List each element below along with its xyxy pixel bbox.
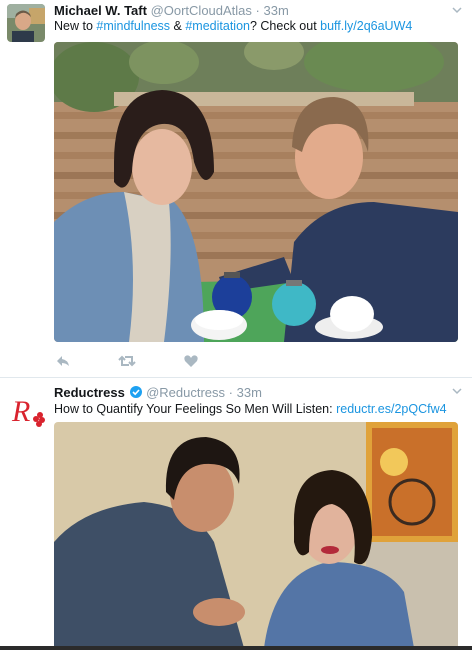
separator-dot: · (255, 3, 260, 18)
tweet-link[interactable]: reductr.es/2pQCfw4 (336, 402, 446, 416)
author-handle[interactable]: @OortCloudAtlas (151, 3, 252, 18)
tweet-text-part: New to (54, 19, 97, 33)
tweet-text-part: & (170, 19, 186, 33)
author-handle[interactable]: @Reductress (146, 385, 225, 400)
separator-dot: · (228, 385, 233, 400)
retweet-icon[interactable] (118, 352, 136, 370)
reductress-logo-avatar[interactable]: R (7, 390, 47, 430)
tweet-timestamp[interactable]: 33m (264, 3, 289, 18)
verified-badge-icon (130, 386, 143, 398)
tweet-link[interactable]: buff.ly/2q6aUW4 (320, 19, 412, 33)
tweet-photo[interactable] (54, 422, 458, 648)
tweet-text: How to Quantify Your Feelings So Men Wil… (54, 402, 447, 416)
tweet-timestamp[interactable]: 33m (237, 385, 262, 400)
reply-icon[interactable] (54, 352, 72, 370)
tweet-text-part: How to Quantify Your Feelings So Men Wil… (54, 402, 337, 416)
tweet-reductress: R Reductress @Reductress · 33m How to Qu… (0, 378, 472, 650)
reductress-logo-letter: R (11, 395, 30, 428)
chevron-down-icon[interactable] (452, 5, 462, 15)
tweet-text: New to #mindfulness & #meditation? Check… (54, 19, 412, 33)
tweet-header: Michael W. Taft @OortCloudAtlas · 33m (54, 3, 289, 18)
tweet-michael-taft: Michael W. Taft @OortCloudAtlas · 33m Ne… (0, 0, 472, 378)
window-bottom-edge (0, 646, 472, 650)
hashtag-meditation[interactable]: #meditation (185, 19, 250, 33)
tweet-header: Reductress @Reductress · 33m (54, 385, 262, 400)
avatar[interactable] (7, 4, 45, 42)
tweet-text-part: ? Check out (249, 19, 321, 33)
author-name[interactable]: Reductress (54, 385, 125, 400)
like-icon[interactable] (182, 352, 200, 370)
hashtag-mindfulness[interactable]: #mindfulness (96, 19, 170, 33)
chevron-down-icon[interactable] (452, 386, 462, 396)
tweet-photo[interactable] (54, 42, 458, 342)
author-name[interactable]: Michael W. Taft (54, 3, 147, 18)
